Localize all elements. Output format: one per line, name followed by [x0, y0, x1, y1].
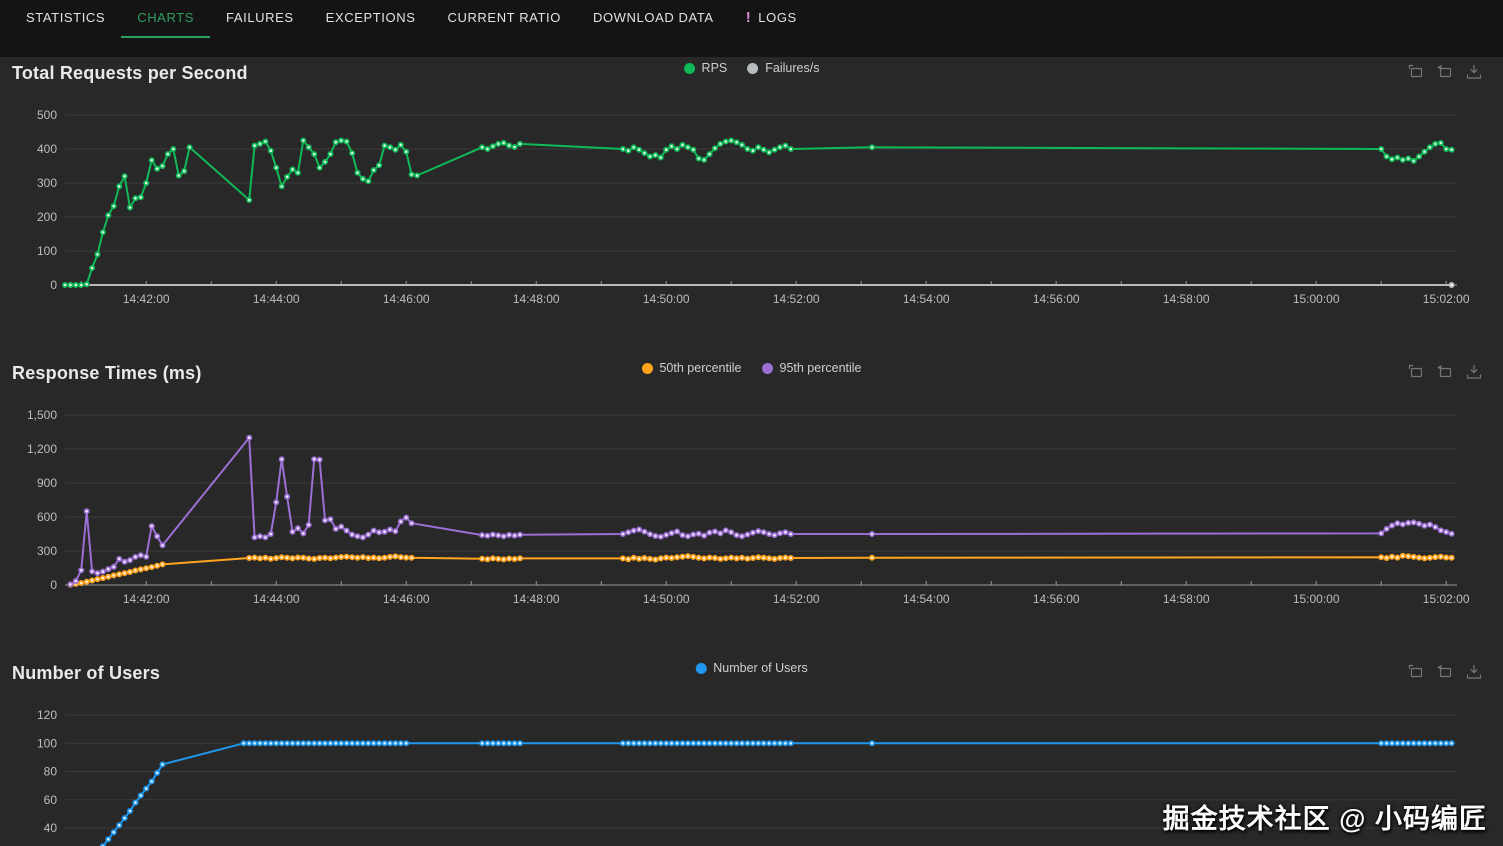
svg-text:1,500: 1,500	[27, 408, 57, 422]
svg-text:15:02:00: 15:02:00	[1423, 592, 1470, 606]
svg-text:14:56:00: 14:56:00	[1033, 292, 1080, 306]
svg-text:200: 200	[37, 210, 57, 224]
tab-failures[interactable]: FAILURES	[210, 0, 310, 38]
chart-toolbox-users	[1407, 663, 1483, 681]
tab-label: LOGS	[758, 10, 797, 25]
svg-text:300: 300	[37, 176, 57, 190]
zoom-select-icon[interactable]	[1407, 63, 1425, 81]
zoom-select-icon[interactable]	[1407, 363, 1425, 381]
svg-text:0: 0	[50, 578, 57, 592]
tab-label: FAILURES	[226, 10, 294, 25]
chart-title-number-of-users: Number of Users	[12, 663, 161, 683]
tab-label: CHARTS	[137, 10, 195, 25]
svg-text:14:44:00: 14:44:00	[253, 592, 300, 606]
svg-text:14:50:00: 14:50:00	[643, 592, 690, 606]
svg-text:14:54:00: 14:54:00	[903, 292, 950, 306]
chart-toolbox-response-times	[1407, 363, 1483, 381]
chart-header: Total Requests per Second RPS Failures/s	[0, 57, 1503, 90]
legend-dot-rps	[683, 62, 695, 74]
svg-text:120: 120	[37, 708, 57, 722]
legend-dot-95th-percentile	[761, 362, 773, 374]
watermark-text: 掘金技术社区 @ 小码编匠	[1162, 804, 1487, 834]
chart-toolbox-rps	[1407, 63, 1483, 81]
svg-text:14:52:00: 14:52:00	[773, 292, 820, 306]
svg-text:100: 100	[37, 244, 57, 258]
svg-text:15:00:00: 15:00:00	[1293, 592, 1340, 606]
legend-label: 50th percentile	[659, 361, 742, 375]
chart-title-response-times: Response Times (ms)	[12, 363, 202, 383]
svg-text:60: 60	[44, 793, 58, 807]
save-image-icon[interactable]	[1465, 63, 1483, 81]
svg-text:300: 300	[37, 544, 57, 558]
svg-text:14:56:00: 14:56:00	[1033, 592, 1080, 606]
legend-dot-failures-s	[747, 62, 759, 74]
svg-text:14:48:00: 14:48:00	[513, 592, 560, 606]
chart-title-total-rps: Total Requests per Second	[12, 63, 248, 83]
svg-text:1,200: 1,200	[27, 442, 57, 456]
zoom-select-icon[interactable]	[1407, 663, 1425, 681]
save-image-icon[interactable]	[1465, 663, 1483, 681]
response-times-chart-canvas[interactable]: 0 300 600 900 1,200 1,500 14:42:00 14:44:00 14:4…	[0, 390, 1503, 615]
svg-text:14:52:00: 14:52:00	[773, 592, 820, 606]
svg-text:14:42:00: 14:42:00	[123, 292, 170, 306]
svg-text:14:46:00: 14:46:00	[383, 592, 430, 606]
svg-text:15:02:00: 15:02:00	[1423, 292, 1470, 306]
top-navigation: STATISTICS CHARTS FAILURES EXCEPTIONS CURREN…	[0, 0, 1503, 57]
svg-text:600: 600	[37, 510, 57, 524]
tab-logs[interactable]: ! LOGS	[730, 0, 813, 38]
svg-text:14:42:00: 14:42:00	[123, 592, 170, 606]
restore-icon[interactable]	[1436, 363, 1454, 381]
chart-header: Number of Users Number of Users	[0, 657, 1503, 690]
chart-legend-response-times: 50th percentile 95th percentile	[641, 361, 862, 375]
legend-label: Number of Users	[713, 661, 808, 675]
svg-text:14:54:00: 14:54:00	[903, 592, 950, 606]
chart-legend-users: Number of Users	[695, 661, 808, 675]
svg-text:40: 40	[44, 821, 58, 835]
svg-text:80: 80	[44, 765, 58, 779]
legend-item-95th-percentile[interactable]: 95th percentile	[761, 361, 862, 375]
svg-text:14:48:00: 14:48:00	[513, 292, 560, 306]
legend-item-failures-s[interactable]: Failures/s	[747, 61, 819, 75]
chart-header: Response Times (ms) 50th percentile 95th …	[0, 357, 1503, 390]
tab-statistics[interactable]: STATISTICS	[10, 0, 121, 38]
svg-text:14:44:00: 14:44:00	[253, 292, 300, 306]
chart-section-response-times: Response Times (ms) 50th percentile 95th …	[0, 357, 1503, 657]
svg-text:14:50:00: 14:50:00	[643, 292, 690, 306]
save-image-icon[interactable]	[1465, 363, 1483, 381]
tab-label: DOWNLOAD DATA	[592, 10, 714, 25]
legend-label: Failures/s	[765, 61, 820, 75]
tab-label: STATISTICS	[26, 10, 106, 25]
logs-alert-icon: !	[745, 9, 752, 26]
legend-item-rps[interactable]: RPS	[683, 61, 728, 75]
rps-chart-canvas[interactable]: 0 100 200 300 400 500 14:42:00 14:44:00 14:46:00…	[0, 90, 1503, 315]
chart-legend-rps: RPS Failures/s	[683, 61, 819, 75]
legend-dot-number-of-users	[695, 662, 707, 674]
tab-label: CURRENT RATIO	[447, 10, 561, 25]
svg-text:100: 100	[37, 736, 57, 750]
tab-charts[interactable]: CHARTS	[121, 0, 211, 38]
legend-item-number-of-users[interactable]: Number of Users	[695, 661, 808, 675]
restore-icon[interactable]	[1436, 63, 1454, 81]
svg-text:400: 400	[37, 142, 57, 156]
svg-text:14:58:00: 14:58:00	[1163, 592, 1210, 606]
legend-label: 95th percentile	[779, 361, 862, 375]
tab-current-ratio[interactable]: CURRENT RATIO	[431, 0, 577, 38]
svg-text:900: 900	[37, 476, 57, 490]
svg-text:15:00:00: 15:00:00	[1293, 292, 1340, 306]
svg-text:14:58:00: 14:58:00	[1163, 292, 1210, 306]
svg-text:500: 500	[37, 108, 57, 122]
legend-item-50th-percentile[interactable]: 50th percentile	[641, 361, 742, 375]
tab-download-data[interactable]: DOWNLOAD DATA	[577, 0, 730, 38]
chart-section-total-rps: Total Requests per Second RPS Failures/s …	[0, 57, 1503, 357]
legend-label: RPS	[701, 61, 728, 75]
tab-exceptions[interactable]: EXCEPTIONS	[310, 0, 432, 38]
svg-text:14:46:00: 14:46:00	[383, 292, 430, 306]
svg-text:0: 0	[50, 278, 57, 292]
restore-icon[interactable]	[1436, 663, 1454, 681]
legend-dot-50th-percentile	[641, 362, 653, 374]
tab-label: EXCEPTIONS	[325, 10, 416, 25]
